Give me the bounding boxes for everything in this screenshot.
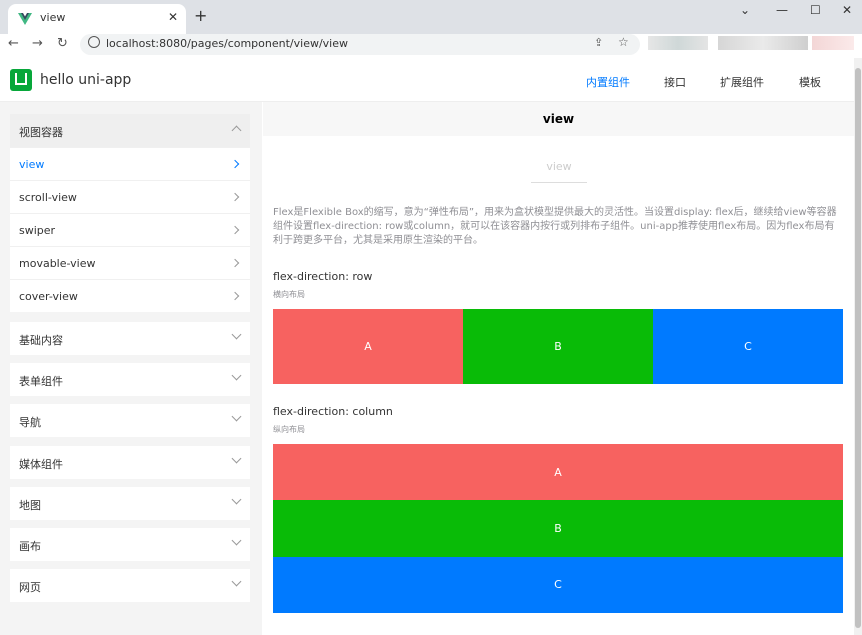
- scrollbar-thumb[interactable]: [855, 68, 861, 628]
- sidebar-group-canvas[interactable]: 画布: [10, 528, 250, 561]
- column-section-subtitle: 纵向布局: [273, 425, 305, 434]
- tab-title: view: [40, 11, 66, 24]
- top-nav-builtin-components[interactable]: 内置组件: [586, 74, 630, 90]
- share-icon[interactable]: ⇪: [594, 36, 603, 49]
- chevron-down-icon: [231, 411, 242, 422]
- section-divider: [531, 182, 587, 183]
- row-section-subtitle: 横向布局: [273, 290, 305, 299]
- sidebar-group-header[interactable]: 表单组件: [10, 363, 250, 396]
- column-box-c: C: [273, 556, 843, 613]
- chevron-right-icon: [230, 159, 240, 169]
- sidebar-group-label: 导航: [19, 416, 41, 429]
- top-nav-extended-components[interactable]: 扩展组件: [720, 74, 764, 90]
- sidebar-item-label: view: [19, 158, 45, 171]
- reload-icon[interactable]: ↻: [57, 36, 68, 51]
- extension-icon[interactable]: [648, 36, 708, 50]
- sidebar-group-header[interactable]: 媒体组件: [10, 446, 250, 479]
- flex-column-demo: A B C: [273, 444, 843, 613]
- sidebar-group-label: 画布: [19, 540, 41, 553]
- app-title: hello uni-app: [40, 72, 132, 88]
- sidebar-item-cover-view[interactable]: cover-view: [10, 279, 250, 312]
- tab-close-icon[interactable]: ✕: [168, 10, 178, 24]
- sidebar-item-label: movable-view: [19, 257, 96, 270]
- column-box-b: B: [273, 500, 843, 557]
- sidebar-group-view-containers: 视图容器 view scroll-view swiper movable-vie…: [10, 114, 250, 312]
- sidebar-group-header[interactable]: 导航: [10, 404, 250, 437]
- sidebar-group-label: 基础内容: [19, 334, 63, 347]
- window-close-icon[interactable]: ✕: [842, 3, 852, 17]
- url-text[interactable]: localhost:8080/pages/component/view/view: [106, 37, 348, 50]
- sidebar-group-label: 视图容器: [19, 126, 63, 139]
- sidebar-group-header[interactable]: 视图容器: [10, 114, 250, 147]
- new-tab-icon[interactable]: +: [194, 6, 207, 25]
- browser-tab[interactable]: view ✕: [8, 4, 186, 34]
- sidebar-item-swiper[interactable]: swiper: [10, 213, 250, 246]
- sidebar: 视图容器 view scroll-view swiper movable-vie…: [0, 102, 262, 635]
- sidebar-group-header[interactable]: 网页: [10, 569, 250, 602]
- back-icon[interactable]: ←: [8, 36, 19, 51]
- page-navbar: view: [263, 102, 854, 136]
- sidebar-item-movable-view[interactable]: movable-view: [10, 246, 250, 279]
- browser-tabbar: view ✕ + ⌄ — ☐ ✕: [0, 0, 862, 34]
- sidebar-group-navigation[interactable]: 导航: [10, 404, 250, 437]
- bookmark-star-icon[interactable]: ☆: [618, 35, 629, 49]
- intro-text: Flex是Flexible Box的缩写，意为“弹性布局”，用来为盒状模型提供最…: [273, 207, 837, 246]
- chevron-right-icon: [230, 192, 240, 202]
- chevron-up-icon: [231, 125, 242, 136]
- row-box-c: C: [653, 309, 843, 384]
- address-bar[interactable]: localhost:8080/pages/component/view/view…: [80, 34, 640, 55]
- profile-icon[interactable]: [812, 36, 854, 50]
- flex-row-demo: A B C: [273, 309, 843, 384]
- sidebar-item-label: cover-view: [19, 290, 78, 303]
- top-nav-templates[interactable]: 模板: [799, 74, 821, 90]
- chevron-down-icon: [231, 576, 242, 587]
- app-header: hello uni-app 内置组件 接口 扩展组件 模板: [0, 58, 854, 102]
- extension-icon[interactable]: [718, 36, 808, 50]
- sidebar-group-map[interactable]: 地图: [10, 487, 250, 520]
- maximize-icon[interactable]: ☐: [810, 3, 821, 17]
- column-section-title: flex-direction: column: [273, 405, 393, 418]
- sidebar-group-label: 媒体组件: [19, 458, 63, 471]
- forward-icon[interactable]: →: [32, 36, 43, 51]
- sidebar-group-header[interactable]: 地图: [10, 487, 250, 520]
- column-box-a: A: [273, 444, 843, 501]
- vue-logo-icon: [18, 13, 32, 25]
- chevron-right-icon: [230, 291, 240, 301]
- sidebar-group-header[interactable]: 画布: [10, 528, 250, 561]
- sidebar-item-label: swiper: [19, 224, 56, 237]
- section-title: view: [546, 160, 572, 173]
- sidebar-group-label: 地图: [19, 499, 41, 512]
- chevron-right-icon: [230, 225, 240, 235]
- row-box-a: A: [273, 309, 463, 384]
- main-content: view view Flex是Flexible Box的缩写，意为“弹性布局”，…: [263, 102, 854, 635]
- sidebar-item-label: scroll-view: [19, 191, 77, 204]
- row-section-title: flex-direction: row: [273, 270, 373, 283]
- chevron-down-icon: [231, 535, 242, 546]
- page-scrollbar[interactable]: [854, 58, 862, 635]
- sidebar-group-media-components[interactable]: 媒体组件: [10, 446, 250, 479]
- chevron-down-icon: [231, 453, 242, 464]
- sidebar-item-scroll-view[interactable]: scroll-view: [10, 180, 250, 213]
- sidebar-group-label: 网页: [19, 581, 41, 594]
- sidebar-group-header[interactable]: 基础内容: [10, 322, 250, 355]
- row-box-b: B: [463, 309, 653, 384]
- chevron-down-icon: [231, 370, 242, 381]
- sidebar-group-label: 表单组件: [19, 375, 63, 388]
- tab-search-icon[interactable]: ⌄: [740, 3, 750, 17]
- top-nav-api[interactable]: 接口: [664, 74, 686, 90]
- sidebar-group-form-components[interactable]: 表单组件: [10, 363, 250, 396]
- chevron-down-icon: [231, 329, 242, 340]
- sidebar-group-basic-content[interactable]: 基础内容: [10, 322, 250, 355]
- browser-toolbar: ← → ↻ localhost:8080/pages/component/vie…: [0, 34, 862, 56]
- site-info-icon[interactable]: [88, 36, 100, 48]
- chevron-down-icon: [231, 494, 242, 505]
- uni-app-logo-icon: [10, 69, 32, 91]
- minimize-icon[interactable]: —: [776, 3, 788, 17]
- page-title: view: [542, 112, 575, 126]
- sidebar-group-web-view[interactable]: 网页: [10, 569, 250, 602]
- sidebar-item-view[interactable]: view: [10, 147, 250, 180]
- chevron-right-icon: [230, 258, 240, 268]
